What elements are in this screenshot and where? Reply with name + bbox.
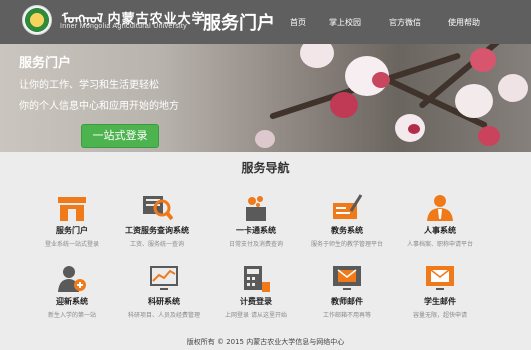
service-name: 教师邮件	[331, 297, 363, 306]
nav-mobile-campus[interactable]: 掌上校园	[329, 17, 361, 28]
service-desc: 新生入学的第一站	[47, 312, 96, 319]
service-desc: 容量无限，超快申请	[412, 312, 467, 319]
nav-help[interactable]: 使用帮助	[448, 17, 480, 28]
service-name: 迎新系统	[56, 297, 88, 306]
service-research[interactable]: 科研系统 科研项目、人员及经费管理	[114, 264, 214, 319]
service-name: 一卡通系统	[236, 226, 276, 235]
teacher-mail-icon	[333, 266, 361, 290]
academic-icon	[333, 194, 363, 219]
services-section-title: 服务导航	[241, 161, 290, 175]
research-icon	[150, 266, 178, 290]
salary-search-icon	[143, 196, 173, 221]
portal-icon	[58, 197, 86, 221]
service-desc: 工资、服务统一查询	[129, 241, 184, 248]
service-name: 学生邮件	[424, 297, 456, 306]
top-header: ᠮᠣᠩᠭᠣᠯ 内蒙古农业大学 Inner Mongolia Agricultur…	[0, 0, 531, 44]
service-student-mail[interactable]: 学生邮件 容量无限，超快申请	[390, 264, 490, 319]
service-desc: 人事档案、职称申请平台	[406, 241, 473, 248]
nav-home[interactable]: 首页	[290, 17, 306, 28]
service-desc: 日常支付及消费查询	[228, 241, 283, 248]
service-name: 计费登录	[240, 297, 272, 306]
university-emblem-icon[interactable]	[22, 5, 52, 35]
welcome-icon	[58, 266, 86, 292]
student-mail-icon	[426, 266, 454, 290]
header-title: 服务门户	[203, 13, 275, 34]
nav-official-wechat[interactable]: 官方微信	[389, 17, 421, 28]
banner-tagline-1: 让你的工作、学习和生活更轻松	[19, 80, 159, 91]
service-desc: 上网登录 请从这里开始	[225, 312, 287, 319]
billing-icon	[244, 266, 270, 292]
service-name: 人事系统	[424, 226, 456, 235]
university-name-en: Inner Mongolia Agricultural University	[60, 23, 187, 30]
banner-title: 服务门户	[19, 56, 72, 71]
service-desc: 科研项目、人员及经费管理	[127, 312, 200, 319]
service-name: 科研系统	[148, 297, 180, 306]
footer-copyright: 版权所有 © 2015 内蒙古农业大学信息与网络中心	[186, 338, 345, 346]
service-academic[interactable]: 教务系统 服务于师生的教学管理平台	[297, 193, 397, 248]
service-welcome[interactable]: 迎新系统 新生入学的第一站	[22, 264, 122, 319]
banner-tagline-2: 你的个人信息中心和应用开始的地方	[19, 101, 179, 112]
service-name: 工资服务查询系统	[125, 226, 189, 235]
personnel-icon	[427, 195, 453, 221]
service-personnel[interactable]: 人事系统 人事档案、职称申请平台	[390, 193, 490, 248]
card-icon	[246, 196, 266, 221]
service-desc: 工作邮箱不用再等	[322, 312, 371, 319]
service-billing-login[interactable]: 计费登录 上网登录 请从这里开始	[206, 264, 306, 319]
service-salary-query[interactable]: 工资服务查询系统 工资、服务统一查询	[107, 193, 207, 248]
sso-login-button[interactable]: 一站式登录	[81, 124, 159, 148]
service-desc: 服务于师生的教学管理平台	[310, 241, 383, 248]
service-teacher-mail[interactable]: 教师邮件 工作邮箱不用再等	[297, 264, 397, 319]
hero-banner: 服务门户 让你的工作、学习和生活更轻松 你的个人信息中心和应用开始的地方 一站式…	[0, 44, 531, 152]
service-campus-card[interactable]: 一卡通系统 日常支付及消费查询	[206, 193, 306, 248]
service-name: 教务系统	[331, 226, 363, 235]
